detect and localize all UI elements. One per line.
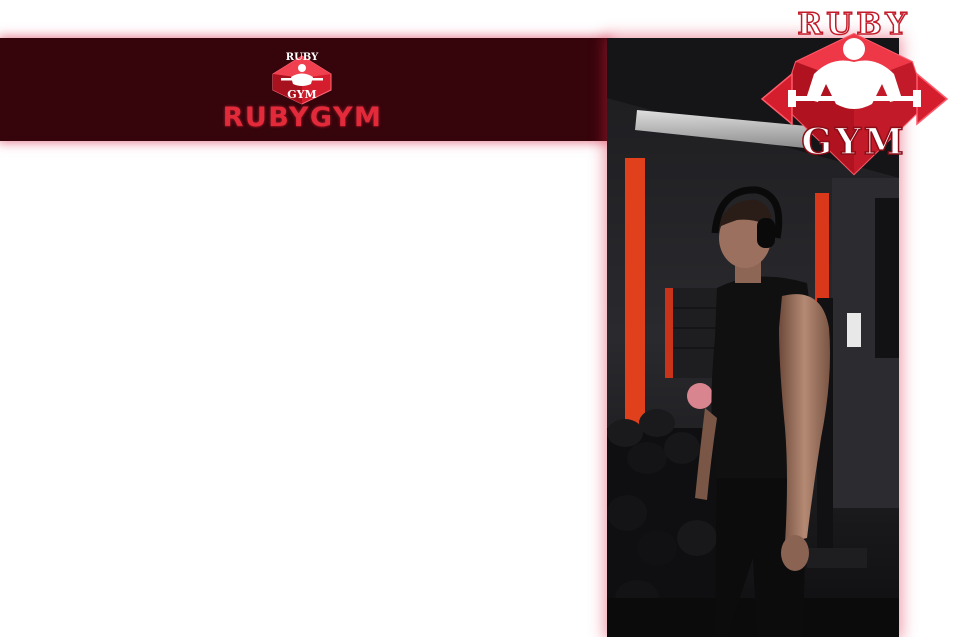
badge-top-text: RUBY bbox=[797, 7, 910, 42]
logo-top-text: RUBY bbox=[286, 52, 319, 63]
logo-bottom-text: GYM bbox=[287, 88, 316, 101]
brand-wordmark: RUBYGYM bbox=[222, 102, 383, 133]
page: RUBY GYM RUBYGYM RUBY GYM bbox=[0, 0, 959, 637]
header-logo[interactable]: RUBY GYM RUBYGYM bbox=[215, 44, 390, 136]
ruby-gym-badge[interactable]: RUBY GYM bbox=[752, 4, 957, 180]
ruby-gym-badge-icon: RUBY GYM bbox=[760, 6, 949, 176]
header-banner: RUBY GYM RUBYGYM bbox=[0, 38, 610, 141]
badge-bottom-text: GYM bbox=[801, 121, 906, 163]
